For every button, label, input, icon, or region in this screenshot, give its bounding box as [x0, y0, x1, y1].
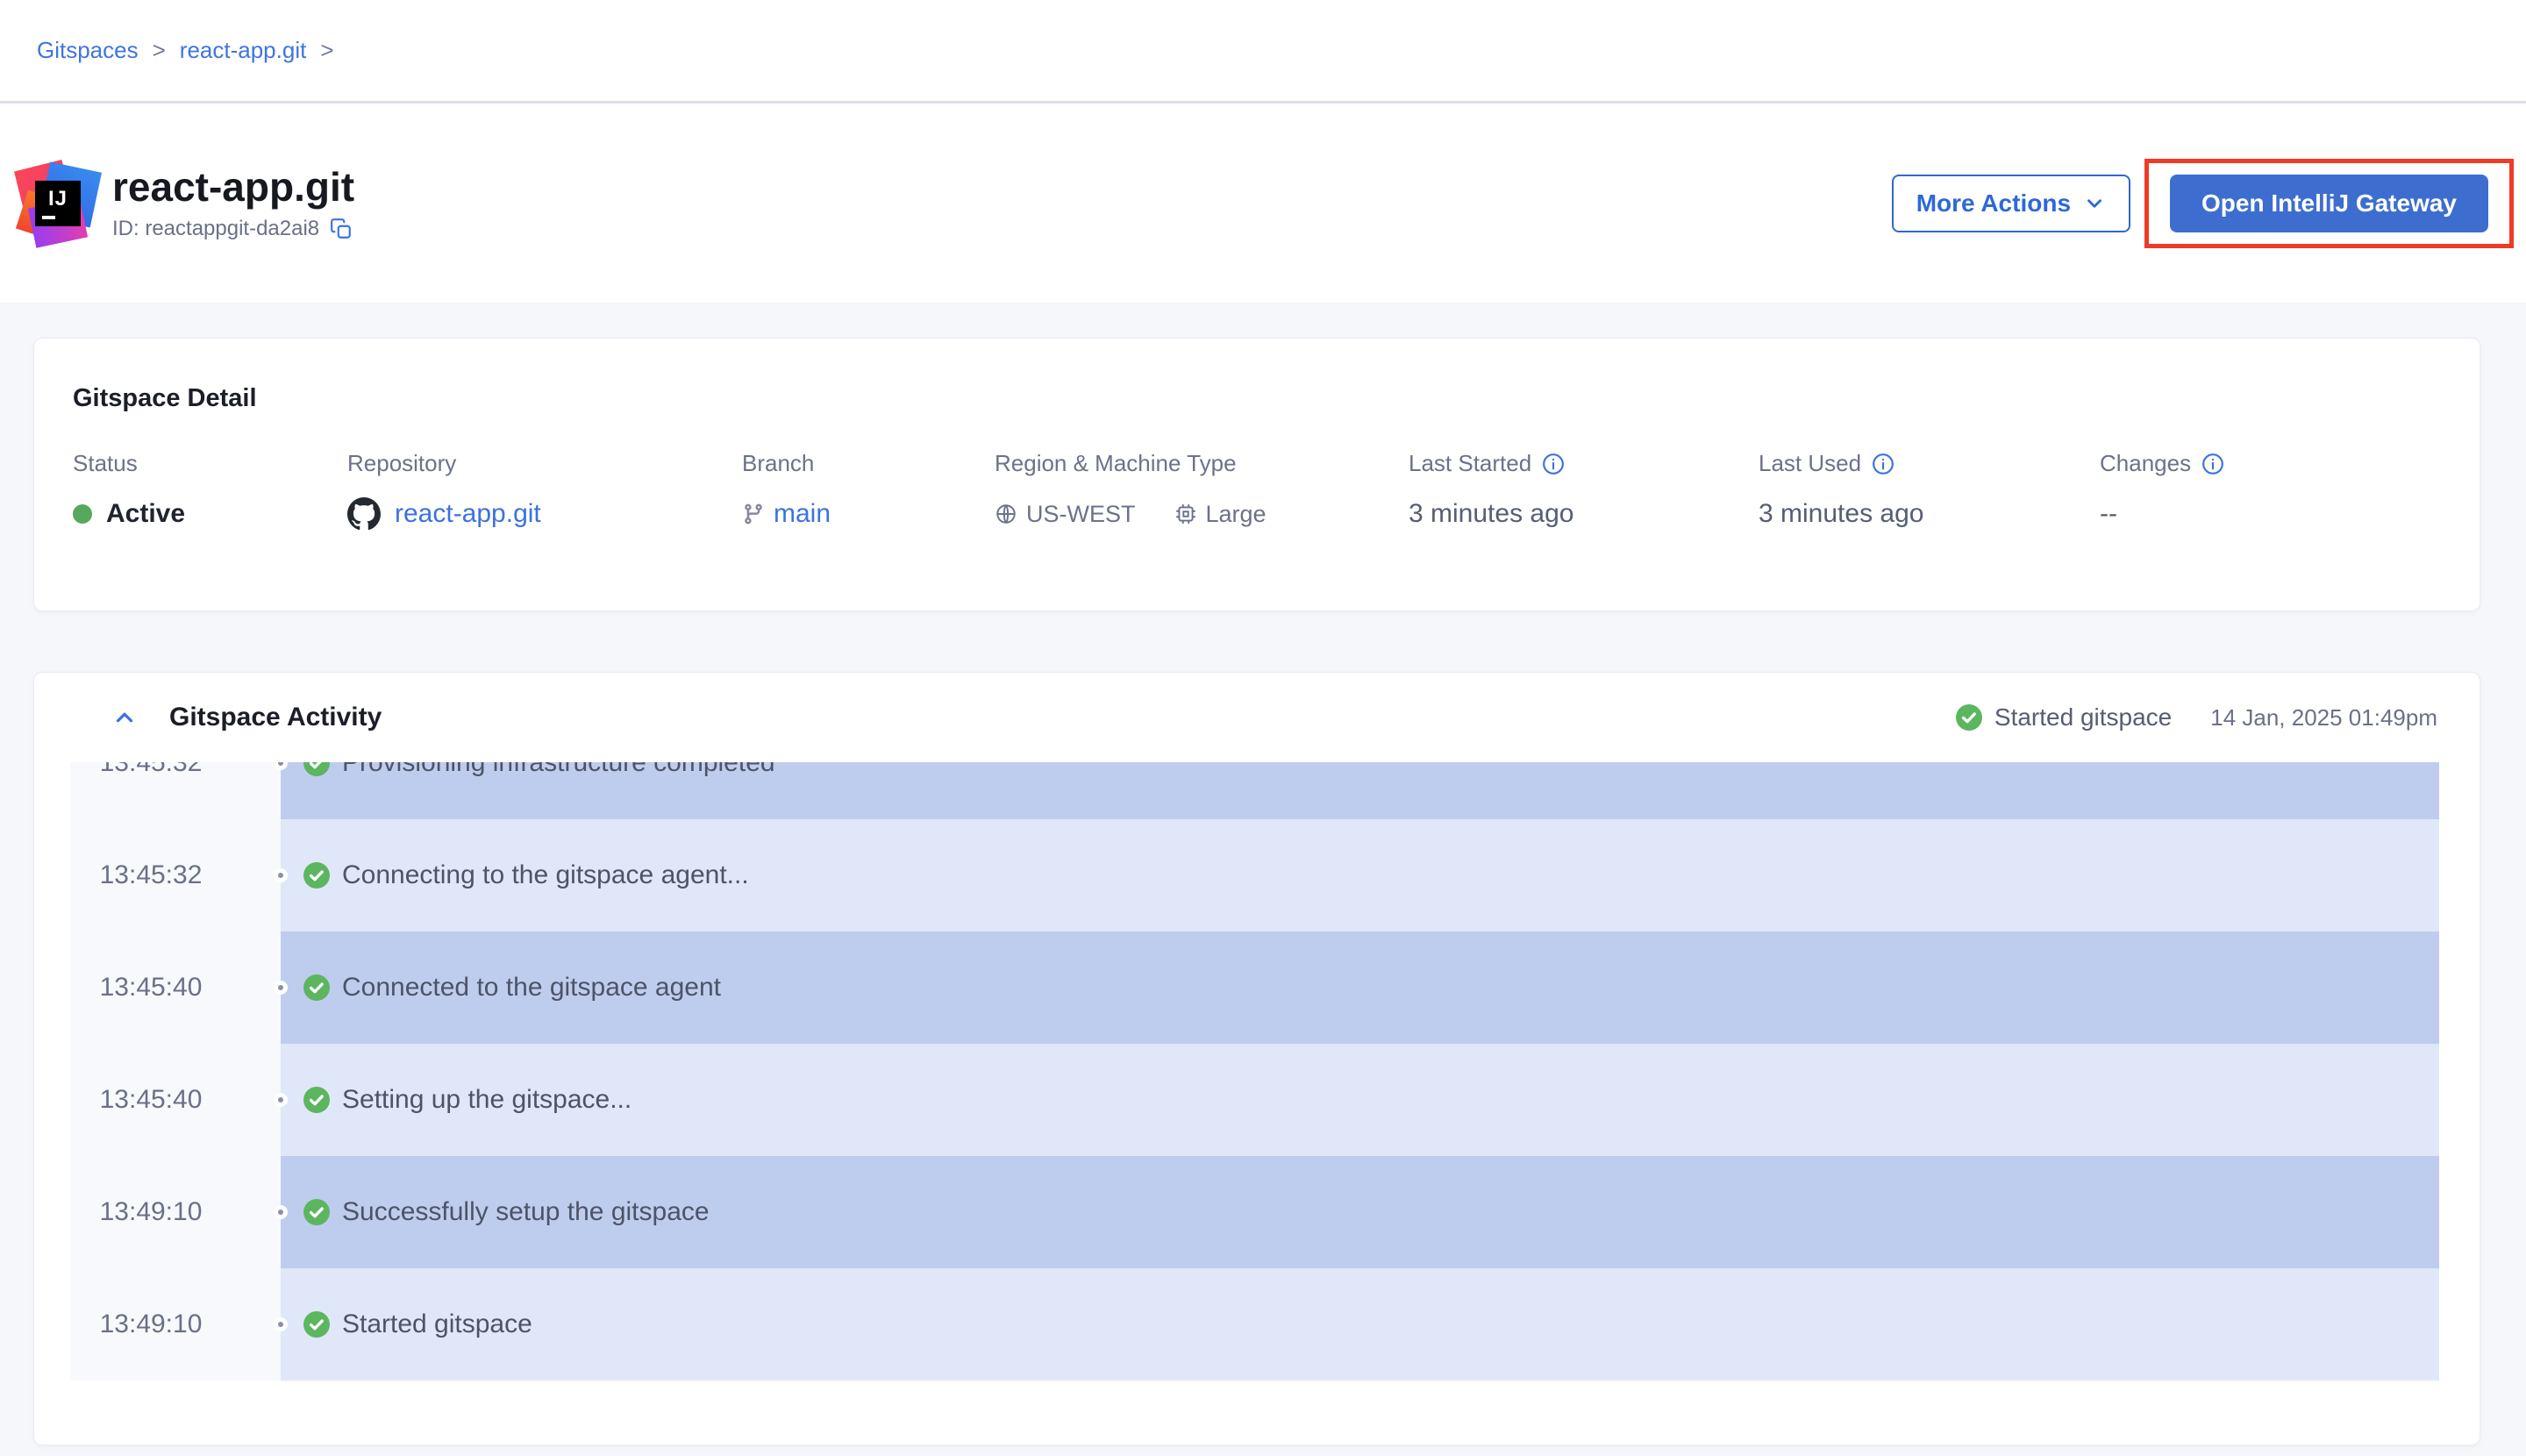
git-branch-icon — [742, 503, 765, 525]
changes-value: -- — [2100, 499, 2117, 529]
info-icon[interactable] — [1872, 453, 1894, 475]
info-icon[interactable] — [2201, 453, 2224, 475]
breadcrumb-gitspaces[interactable]: Gitspaces — [37, 37, 139, 64]
activity-row-time: 13:45:32 — [100, 860, 203, 890]
activity-row-message: Connecting to the gitspace agent... — [342, 860, 749, 890]
open-intellij-gateway-button[interactable]: Open IntelliJ Gateway — [2170, 175, 2488, 232]
activity-row-time: 13:45:40 — [100, 973, 203, 1003]
annotation-highlight: Open IntelliJ Gateway — [2144, 159, 2514, 248]
field-last-started: Last Started 3 minutes ago — [1409, 450, 1759, 533]
branch-label: Branch — [742, 450, 814, 477]
field-changes: Changes -- — [2100, 450, 2441, 533]
chevron-up-icon[interactable] — [111, 704, 138, 731]
activity-row-message: Connected to the gitspace agent — [342, 973, 721, 1003]
success-check-icon — [303, 1087, 330, 1113]
activity-title: Gitspace Activity — [169, 703, 382, 732]
status-active-dot-icon — [73, 504, 92, 524]
field-last-used: Last Used 3 minutes ago — [1759, 450, 2100, 533]
success-check-icon — [303, 1199, 330, 1225]
activity-status-time: 14 Jan, 2025 01:49pm — [2210, 704, 2437, 732]
last-started-label: Last Started — [1409, 450, 1531, 477]
success-check-icon — [303, 1311, 330, 1338]
activity-row-time: 13:49:10 — [100, 1197, 203, 1227]
cpu-icon — [1174, 503, 1197, 525]
gitspace-id: ID: reactappgit-da2ai8 — [112, 217, 319, 241]
status-label: Status — [73, 450, 138, 477]
timeline-dot-icon — [274, 1317, 288, 1331]
breadcrumb-current[interactable]: react-app.git — [180, 37, 307, 64]
breadcrumb-separator: > — [153, 37, 166, 64]
field-status: Status Active — [73, 450, 347, 533]
activity-row-message: Started gitspace — [342, 1310, 532, 1339]
field-repository: Repository react-app.git — [347, 450, 742, 533]
intellij-logo-text: IJ — [35, 187, 81, 211]
region-machine-label: Region & Machine Type — [995, 450, 1237, 477]
activity-log-row: 13:45:40 Connected to the gitspace agent — [70, 931, 2439, 1044]
activity-row-message: Successfully setup the gitspace — [342, 1197, 710, 1227]
timeline-dot-icon — [274, 981, 288, 995]
activity-row-time: 13:49:10 — [100, 1310, 203, 1339]
region-value: US-WEST — [1026, 501, 1136, 528]
activity-row-message: Provisioning infrastructure completed — [342, 762, 775, 778]
success-check-icon — [1956, 704, 1982, 731]
activity-log-row: 13:49:10 Successfully setup the gitspace — [70, 1156, 2439, 1268]
success-check-icon — [303, 762, 330, 776]
chevron-down-icon — [2083, 192, 2106, 215]
last-started-value: 3 minutes ago — [1409, 499, 1573, 529]
last-used-value: 3 minutes ago — [1759, 499, 1923, 529]
timeline-dot-icon — [274, 1205, 288, 1219]
activity-row-time: 13:45:40 — [100, 1085, 203, 1115]
header-actions: More Actions Open IntelliJ Gateway — [1892, 159, 2514, 248]
page-title: react-app.git — [112, 165, 354, 210]
activity-log[interactable]: 13:45:32 Provisioning infrastructure com… — [70, 762, 2439, 1381]
activity-row-message: Setting up the gitspace... — [342, 1085, 632, 1115]
main-content: Gitspace Detail Status Active Repository… — [0, 303, 2526, 1445]
intellij-logo-icon: IJ — [21, 167, 95, 240]
activity-log-row: 13:45:32 Connecting to the gitspace agen… — [70, 819, 2439, 931]
repository-link[interactable]: react-app.git — [395, 499, 541, 529]
breadcrumb-separator: > — [320, 37, 333, 64]
github-icon — [347, 497, 381, 531]
timeline-dot-icon — [274, 1093, 288, 1107]
timeline-dot-icon — [274, 868, 288, 882]
activity-header: Gitspace Activity Started gitspace 14 Ja… — [34, 673, 2480, 762]
more-actions-button[interactable]: More Actions — [1892, 175, 2130, 232]
activity-row-time: 13:45:32 — [100, 762, 203, 778]
gitspace-activity-card: Gitspace Activity Started gitspace 14 Ja… — [33, 672, 2480, 1445]
success-check-icon — [303, 862, 330, 889]
copy-icon[interactable] — [330, 218, 353, 240]
breadcrumb: Gitspaces > react-app.git > — [37, 37, 334, 64]
last-used-label: Last Used — [1759, 450, 1861, 477]
machine-type-value: Large — [1206, 501, 1267, 528]
info-icon[interactable] — [1542, 453, 1565, 475]
branch-link[interactable]: main — [774, 499, 831, 529]
field-branch: Branch main — [742, 450, 995, 533]
status-value: Active — [106, 499, 185, 529]
activity-log-row: 13:49:10 Started gitspace — [70, 1268, 2439, 1381]
page-header: IJ react-app.git ID: reactappgit-da2ai8 … — [0, 103, 2526, 303]
activity-log-row: 13:45:32 Provisioning infrastructure com… — [70, 762, 2439, 819]
changes-label: Changes — [2100, 450, 2191, 477]
activity-status-label: Started gitspace — [1994, 703, 2172, 732]
globe-icon — [995, 503, 1017, 525]
repository-label: Repository — [347, 450, 456, 477]
field-region-machine: Region & Machine Type US-WEST Large — [995, 450, 1409, 533]
activity-log-row: 13:45:40 Setting up the gitspace... — [70, 1044, 2439, 1156]
title-block: IJ react-app.git ID: reactappgit-da2ai8 — [21, 165, 354, 241]
detail-card-title: Gitspace Detail — [73, 384, 2441, 413]
success-check-icon — [303, 974, 330, 1001]
gitspace-detail-card: Gitspace Detail Status Active Repository… — [33, 338, 2480, 611]
top-bar: Gitspaces > react-app.git > — [0, 0, 2526, 103]
